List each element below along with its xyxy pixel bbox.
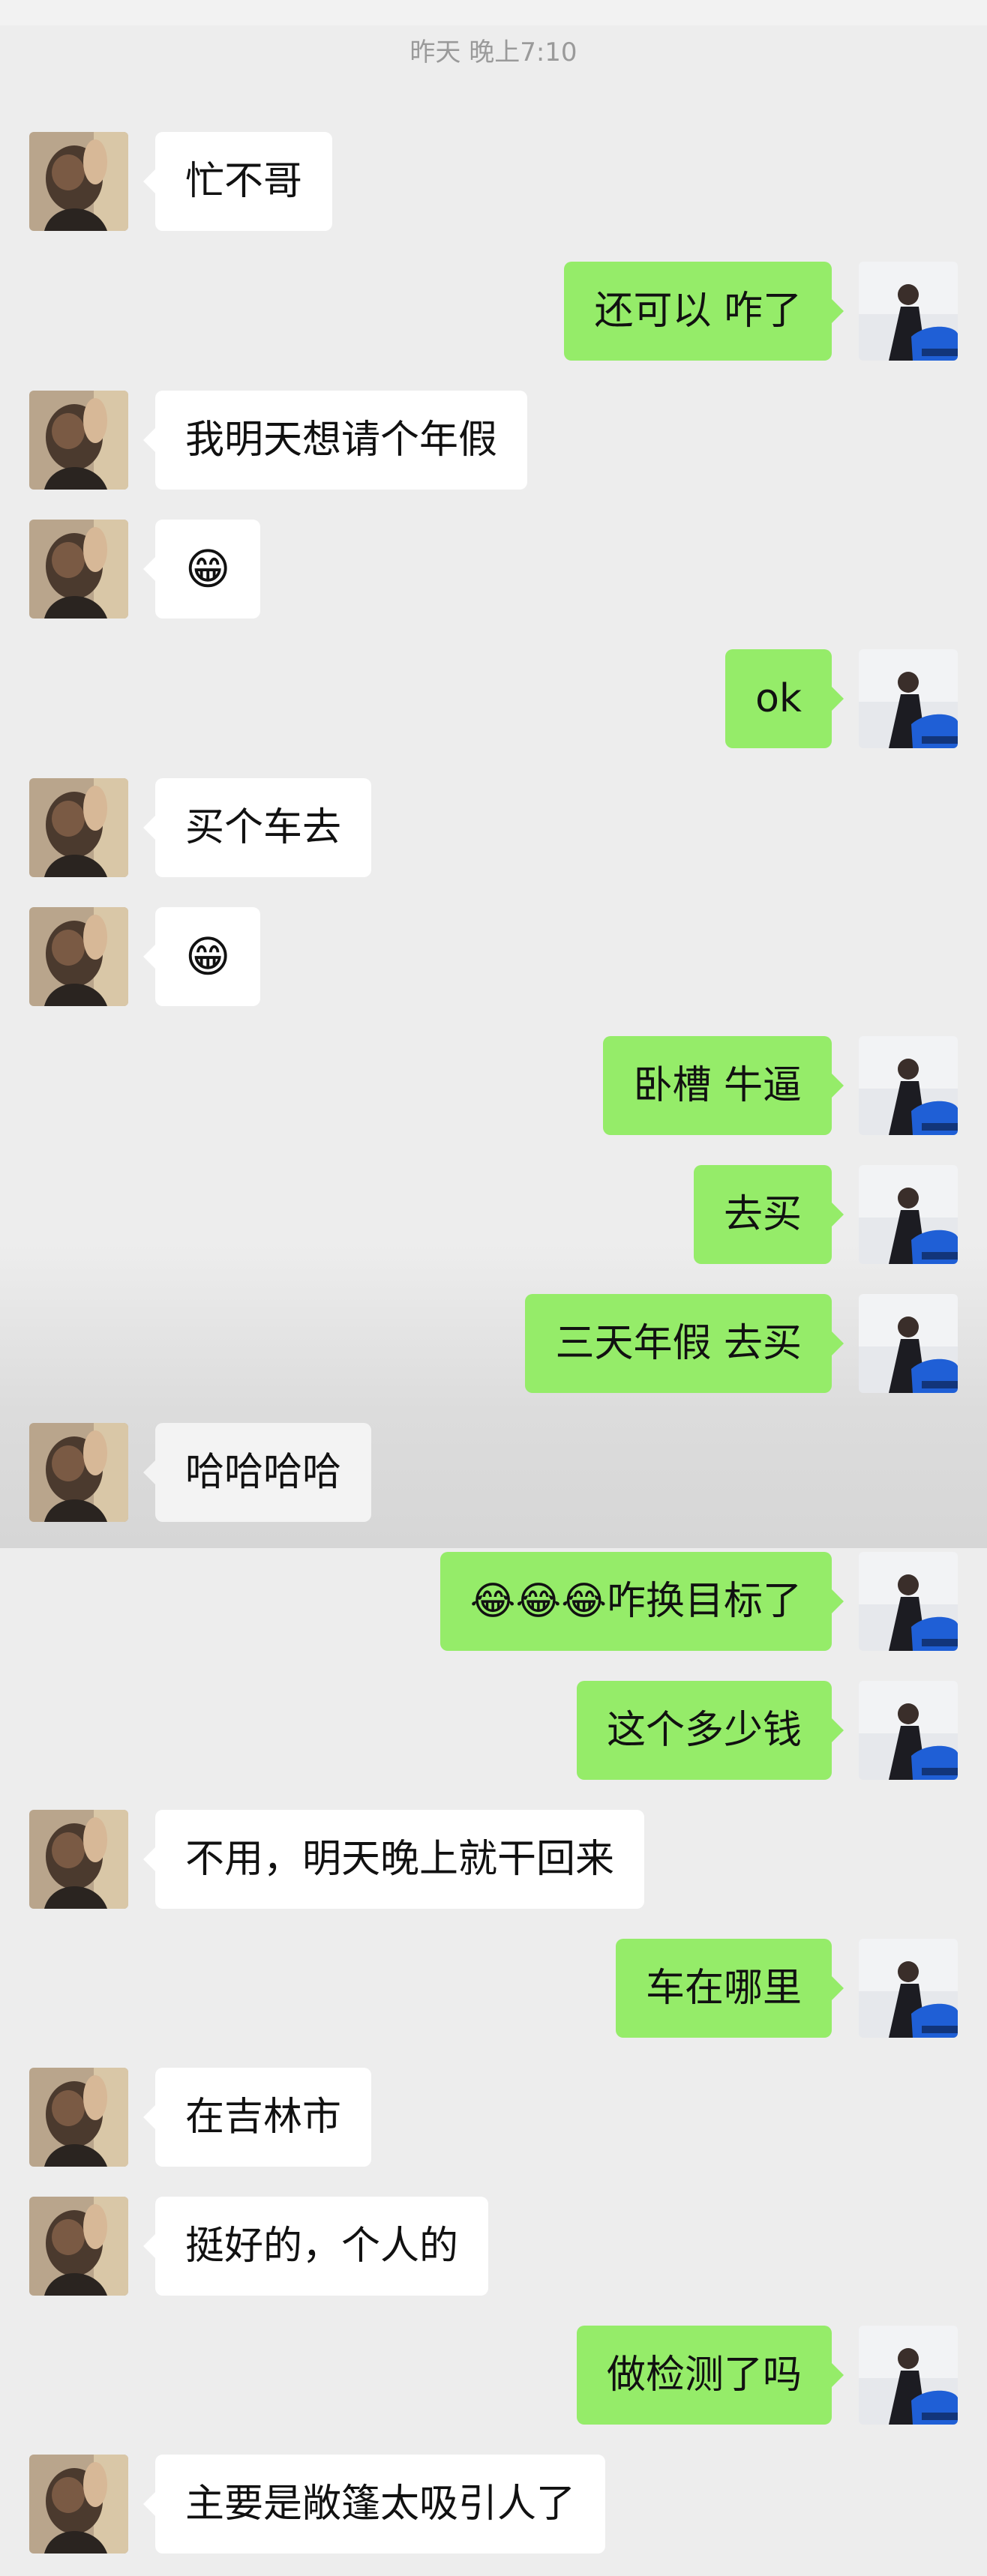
message-bubble[interactable]: 挺好的，个人的 <box>142 2197 489 2296</box>
contact-avatar-icon[interactable] <box>29 778 128 877</box>
grin-emoji-icon: 😁 <box>185 544 231 595</box>
message-bubble[interactable]: 还可以 咋了 <box>564 262 844 361</box>
message-row-sent: 做检测了吗 <box>0 2326 987 2426</box>
message-row-received: 在吉林市 <box>0 2068 987 2168</box>
message-bubble[interactable]: 忙不哥 <box>142 132 333 231</box>
user-avatar-icon[interactable] <box>859 1552 958 1651</box>
user-avatar-icon[interactable] <box>859 1294 958 1393</box>
contact-avatar-icon[interactable] <box>29 520 128 619</box>
message-row-sent: 还可以 咋了 <box>0 262 987 362</box>
user-avatar-icon[interactable] <box>859 2326 958 2425</box>
message-row-received: 😁 <box>0 520 987 620</box>
user-avatar-icon[interactable] <box>859 1681 958 1780</box>
message-list[interactable]: 忙不哥 还可以 咋了 我明天想请个年假 😁 ok 买个车去 😁 卧槽 牛逼 去买… <box>0 0 987 2576</box>
user-avatar-icon[interactable] <box>859 1036 958 1135</box>
message-bubble[interactable]: 卧槽 牛逼 <box>603 1036 844 1135</box>
user-avatar-icon[interactable] <box>859 1165 958 1264</box>
message-row-received: 买个车去 <box>0 778 987 879</box>
contact-avatar-icon[interactable] <box>29 2068 128 2167</box>
message-row-sent: 去买 <box>0 1165 987 1266</box>
contact-avatar-icon[interactable] <box>29 132 128 231</box>
message-row-sent: ok <box>0 649 987 750</box>
contact-avatar-icon[interactable] <box>29 2197 128 2296</box>
contact-avatar-icon[interactable] <box>29 1423 128 1522</box>
message-bubble[interactable]: 做检测了吗 <box>576 2326 844 2425</box>
contact-avatar-icon[interactable] <box>29 1810 128 1909</box>
message-bubble[interactable]: 车在哪里 <box>615 1939 844 2038</box>
message-bubble[interactable]: 不用，明天晚上就干回来 <box>142 1810 645 1909</box>
message-row-received: 我明天想请个年假 <box>0 391 987 491</box>
message-row-sent: 车在哪里 <box>0 1939 987 2039</box>
contact-avatar-icon[interactable] <box>29 391 128 490</box>
contact-avatar-icon[interactable] <box>29 907 128 1006</box>
message-row-received: 哈哈哈哈 <box>0 1423 987 1523</box>
message-row-sent: 这个多少钱 <box>0 1681 987 1781</box>
message-bubble[interactable]: 我明天想请个年假 <box>142 391 528 490</box>
user-avatar-icon[interactable] <box>859 262 958 361</box>
user-avatar-icon[interactable] <box>859 1939 958 2038</box>
message-bubble[interactable]: 三天年假 去买 <box>525 1294 844 1393</box>
message-row-received: 主要是敞篷太吸引人了 <box>0 2455 987 2555</box>
user-avatar-icon[interactable] <box>859 649 958 748</box>
message-bubble[interactable]: 哈哈哈哈 <box>142 1423 372 1522</box>
message-bubble[interactable]: 😂😂😂咋换目标了 <box>440 1552 844 1651</box>
message-row-sent: 卧槽 牛逼 <box>0 1036 987 1137</box>
contact-avatar-icon[interactable] <box>29 2455 128 2554</box>
message-row-sent: 😂😂😂咋换目标了 <box>0 1552 987 1652</box>
message-row-sent: 三天年假 去买 <box>0 1294 987 1394</box>
message-bubble[interactable]: 😁 <box>142 907 261 1006</box>
grin-emoji-icon: 😁 <box>185 931 231 982</box>
message-bubble[interactable]: 在吉林市 <box>142 2068 372 2167</box>
message-bubble[interactable]: 这个多少钱 <box>576 1681 844 1780</box>
message-bubble[interactable]: 买个车去 <box>142 778 372 877</box>
message-bubble[interactable]: 主要是敞篷太吸引人了 <box>142 2455 606 2554</box>
message-row-received: 忙不哥 <box>0 132 987 232</box>
message-bubble[interactable]: 😁 <box>142 520 261 619</box>
message-bubble[interactable]: ok <box>725 649 844 748</box>
message-bubble[interactable]: 去买 <box>693 1165 844 1264</box>
message-row-received: 挺好的，个人的 <box>0 2197 987 2297</box>
message-row-received: 不用，明天晚上就干回来 <box>0 1810 987 1910</box>
message-row-received: 😁 <box>0 907 987 1008</box>
